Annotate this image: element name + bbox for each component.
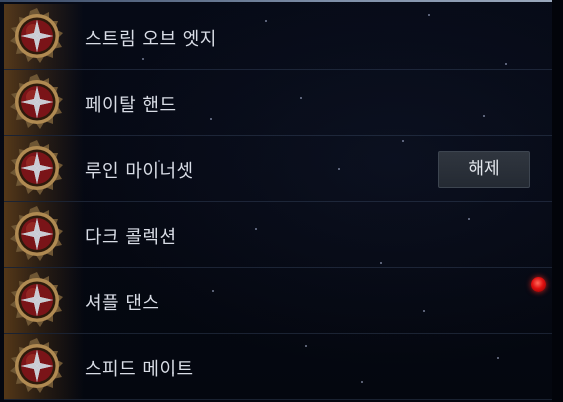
compass-star-emblem-icon (10, 74, 63, 129)
skill-row[interactable]: 셔플 댄스 (4, 268, 552, 334)
skill-list: 스트림 오브 엣지 페이탈 핸드 루인 마이너셋 다크 콜렉션 셔플 댄스 스피… (4, 4, 552, 400)
release-button[interactable]: 해제 (438, 151, 530, 188)
skill-name: 셔플 댄스 (85, 293, 160, 314)
compass-star-emblem-icon (10, 206, 63, 261)
skill-row[interactable]: 페이탈 핸드 (4, 70, 552, 136)
skill-name: 스피드 메이트 (85, 359, 194, 380)
compass-star-emblem-icon (10, 272, 63, 327)
notification-dot-icon (531, 277, 546, 292)
compass-star-emblem-icon (10, 338, 63, 393)
scrollbar-track[interactable] (552, 0, 563, 402)
compass-star-emblem-icon (10, 8, 63, 63)
skill-name: 페이탈 핸드 (85, 95, 177, 116)
skill-row[interactable]: 스트림 오브 엣지 (4, 4, 552, 70)
compass-star-emblem-icon (10, 140, 63, 195)
skill-row[interactable]: 다크 콜렉션 (4, 202, 552, 268)
skill-list-panel: 스트림 오브 엣지 페이탈 핸드 루인 마이너셋 다크 콜렉션 셔플 댄스 스피… (0, 0, 563, 402)
skill-name: 루인 마이너셋 (85, 161, 194, 182)
skill-row[interactable]: 스피드 메이트 (4, 334, 552, 400)
skill-name: 다크 콜렉션 (85, 227, 177, 248)
panel-top-border (0, 0, 552, 2)
skill-name: 스트림 오브 엣지 (85, 29, 217, 50)
